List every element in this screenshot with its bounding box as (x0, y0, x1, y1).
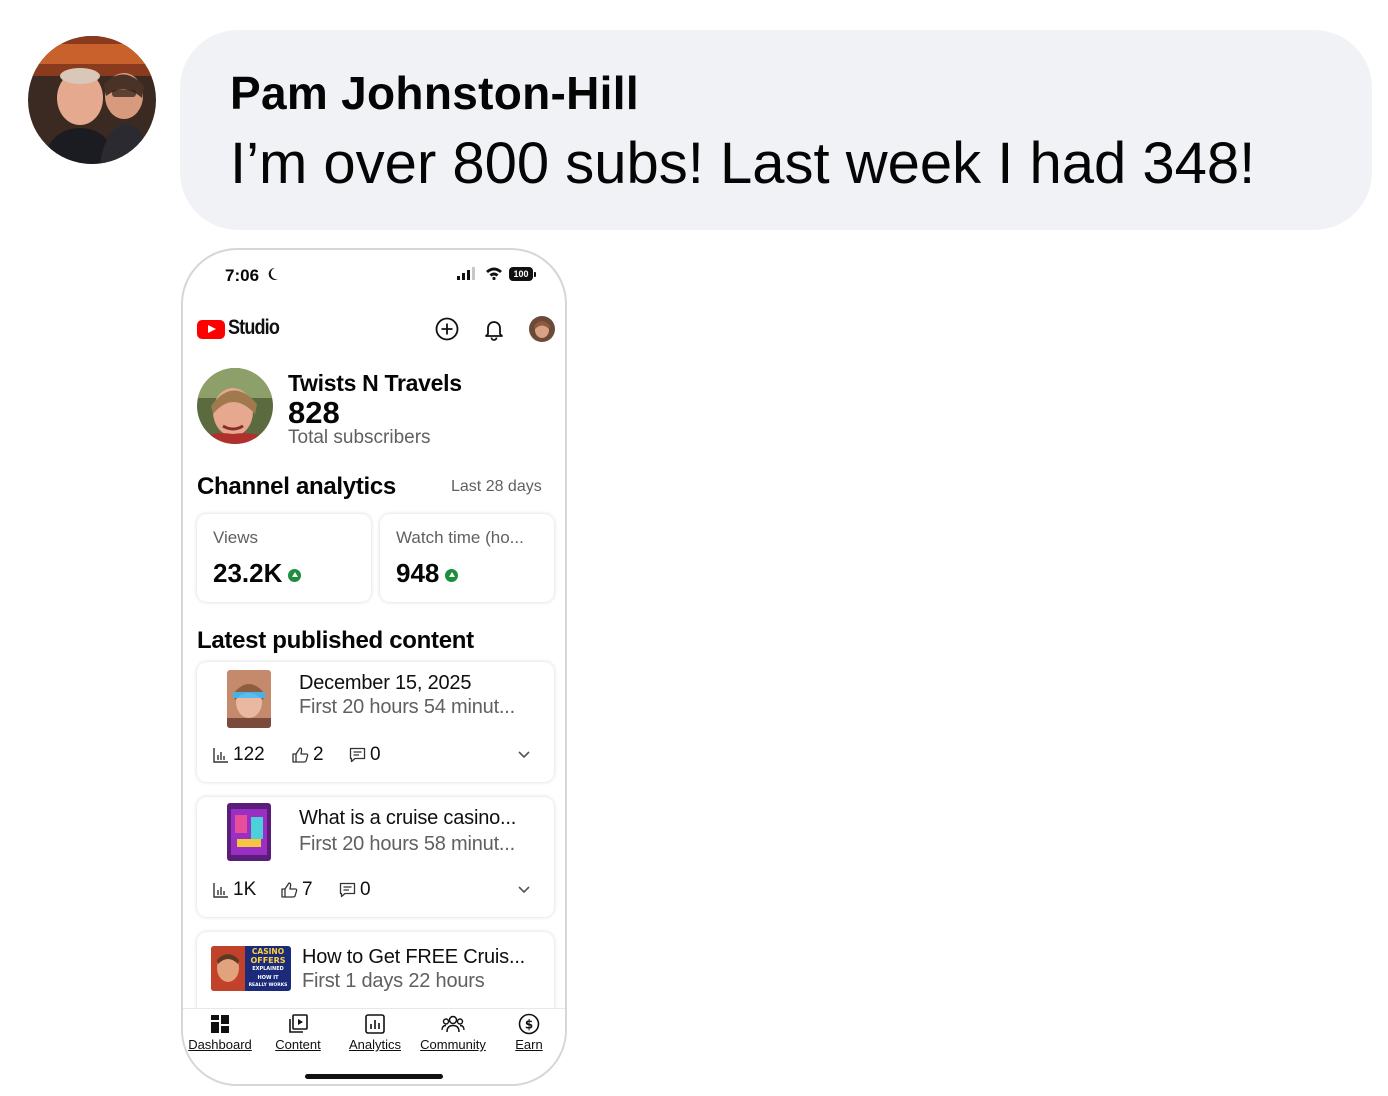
nav-dashboard[interactable]: Dashboard (185, 1009, 255, 1052)
video-thumbnail (227, 803, 271, 861)
thumbnail-text: OFFERS (250, 956, 285, 965)
views-card[interactable]: Views 23.2K (197, 514, 371, 602)
bell-icon[interactable] (481, 316, 507, 342)
subscriber-count: 828 (288, 395, 340, 430)
video-title: How to Get FREE Cruis... (302, 946, 526, 968)
likes-count: 7 (302, 879, 313, 900)
thumbnail-text: REALLY WORKS (249, 982, 288, 988)
comment-author[interactable]: Pam Johnston-Hill (230, 66, 639, 120)
dashboard-icon (211, 1015, 229, 1033)
nav-analytics[interactable]: Analytics (339, 1009, 411, 1052)
bar-chart-icon (213, 883, 228, 898)
thumbnail-text: EXPLAINED (252, 966, 284, 972)
moon-icon (268, 267, 278, 280)
views-value: 23.2K (213, 558, 283, 588)
views-count: 1K (233, 879, 257, 900)
latest-content-title: Latest published content (197, 627, 474, 654)
battery-icon: 100 (509, 267, 533, 281)
create-plus-icon[interactable] (434, 316, 460, 342)
earn-icon: $ (518, 1013, 540, 1035)
views-stat: 122 (213, 744, 265, 766)
chevron-down-icon[interactable] (517, 750, 531, 760)
comment-icon (339, 882, 356, 898)
video-subtitle: First 20 hours 58 minut... (299, 833, 516, 855)
likes-count: 2 (313, 744, 324, 765)
comments-count: 0 (360, 879, 371, 900)
content-icon (289, 1014, 308, 1033)
nav-analytics-label: Analytics (348, 1037, 402, 1052)
trend-up-icon (288, 568, 302, 582)
app-name: Studio (228, 316, 280, 339)
comments-stat: 0 (349, 744, 381, 766)
channel-avatar[interactable] (197, 368, 273, 444)
youtube-logo-icon (197, 320, 225, 339)
video-card[interactable]: What is a cruise casino... First 20 hour… (197, 797, 554, 917)
community-icon (441, 1015, 465, 1033)
views-count: 122 (233, 744, 265, 765)
status-time: 7:06 (225, 266, 260, 285)
watch-time-label: Watch time (ho... (396, 528, 524, 547)
nav-community-label: Community (420, 1037, 486, 1052)
comments-stat: 0 (339, 879, 371, 901)
bar-chart-icon (213, 748, 228, 763)
views-label: Views (213, 528, 259, 547)
nav-content-label: Content (275, 1037, 321, 1052)
analytics-range[interactable]: Last 28 days (451, 478, 542, 496)
comment-text: I’m over 800 subs! Last week I had 348! (230, 131, 1256, 196)
attached-screenshot[interactable]: 7:06 100 Studio Twists N Travels 828 Tot… (181, 248, 567, 1086)
commenter-avatar[interactable] (28, 36, 156, 164)
nav-earn[interactable]: $ Earn (501, 1009, 557, 1052)
likes-stat: 7 (281, 879, 313, 901)
video-thumbnail (227, 670, 271, 728)
thumbnail-text: HOW IT (258, 975, 280, 981)
watch-time-value: 948 (396, 558, 440, 588)
watch-time-card[interactable]: Watch time (ho... 948 (380, 514, 554, 602)
wifi-icon (486, 267, 502, 280)
likes-stat: 2 (292, 744, 324, 766)
comment-icon (349, 747, 366, 763)
signal-icon (457, 267, 475, 280)
video-thumbnail: CASINO OFFERS EXPLAINED HOW IT REALLY WO… (211, 946, 291, 991)
video-title: December 15, 2025 (299, 672, 472, 694)
comments-count: 0 (370, 744, 381, 765)
thumbs-up-icon (292, 747, 309, 763)
home-indicator[interactable] (305, 1074, 443, 1079)
thumbnail-text: CASINO (252, 947, 284, 956)
comment-bubble: Pam Johnston-Hill I’m over 800 subs! Las… (180, 30, 1372, 230)
video-card[interactable]: December 15, 2025 First 20 hours 54 minu… (197, 662, 554, 782)
views-stat: 1K (213, 879, 256, 901)
channel-analytics-title: Channel analytics (197, 473, 396, 500)
analytics-icon (365, 1014, 385, 1034)
account-avatar[interactable] (529, 316, 555, 342)
thumbs-up-icon (281, 882, 298, 898)
battery-tip (534, 272, 536, 277)
video-title: What is a cruise casino... (299, 807, 517, 829)
video-subtitle: First 20 hours 54 minut... (299, 696, 516, 718)
trend-up-icon (445, 568, 459, 582)
video-subtitle: First 1 days 22 hours (302, 970, 485, 992)
subscriber-label: Total subscribers (288, 427, 431, 448)
nav-earn-label: Earn (515, 1037, 543, 1052)
nav-content[interactable]: Content (263, 1009, 333, 1052)
chevron-down-icon[interactable] (517, 885, 531, 895)
nav-community[interactable]: Community (413, 1009, 493, 1052)
svg-text:$: $ (525, 1018, 533, 1032)
nav-dashboard-label: Dashboard (188, 1037, 252, 1052)
channel-name: Twists N Travels (288, 370, 462, 396)
